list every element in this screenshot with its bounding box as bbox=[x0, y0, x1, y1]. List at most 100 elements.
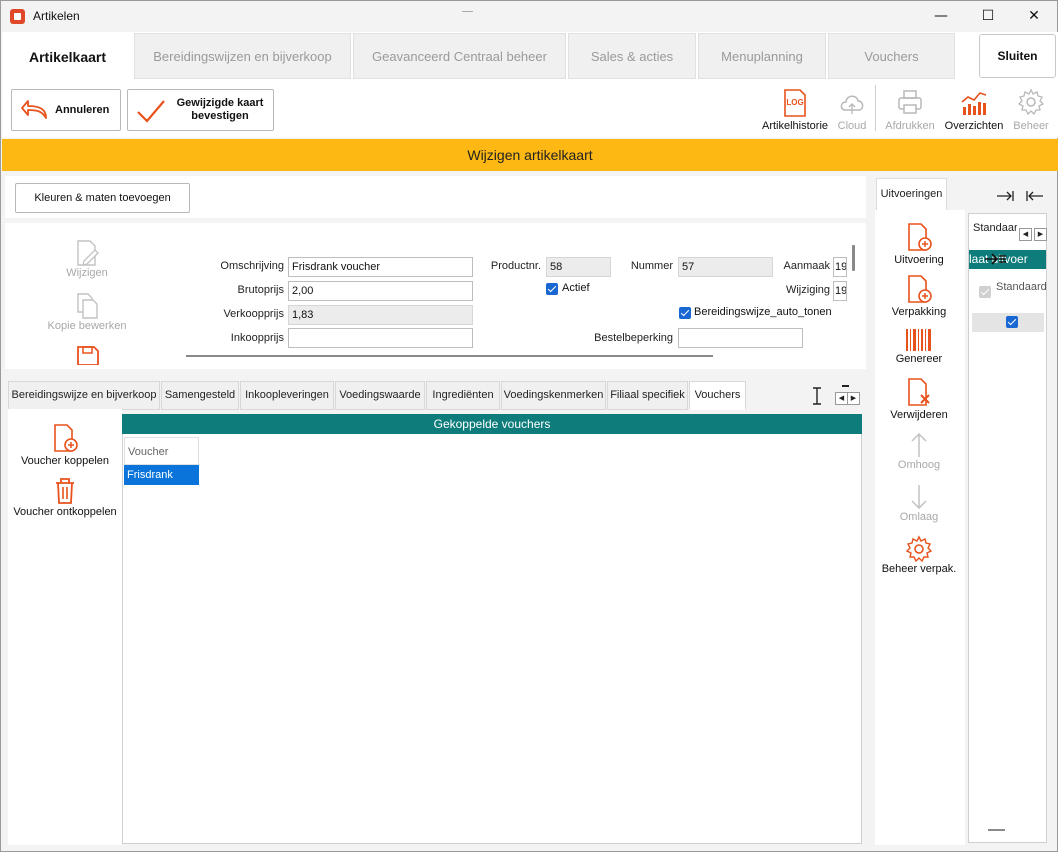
move-cursor-icon bbox=[985, 253, 1006, 265]
standaard-label: Standaard bbox=[996, 281, 1046, 293]
print-button[interactable]: Afdrukken bbox=[882, 86, 938, 136]
tab-samengesteld[interactable]: Samengesteld bbox=[161, 381, 239, 410]
tab-bereidingswijze[interactable]: Bereidingswijze en bijverkoop bbox=[8, 381, 160, 410]
beheer-button[interactable]: Beheer bbox=[1008, 86, 1054, 136]
tab-artikelkaart[interactable]: Artikelkaart bbox=[2, 33, 133, 79]
cancel-button[interactable]: Annuleren bbox=[11, 89, 121, 131]
tab-ingredienten[interactable]: Ingrediënten bbox=[426, 381, 500, 410]
resize-vertical-icon[interactable] bbox=[811, 387, 823, 405]
window-close-button[interactable]: ✕ bbox=[1011, 1, 1057, 32]
page-title-banner: Wijzigen artikelkaart bbox=[2, 139, 1058, 171]
voucher-ontkoppelen-button[interactable]: Voucher ontkoppelen bbox=[8, 476, 122, 518]
actief-label: Actief bbox=[562, 282, 590, 294]
save-icon[interactable] bbox=[76, 345, 100, 365]
artikelhistorie-button[interactable]: LOG Artikelhistorie bbox=[760, 86, 830, 136]
wijziging-field[interactable]: 19 bbox=[833, 281, 847, 301]
brutoprijs-field[interactable]: 2,00 bbox=[288, 281, 473, 301]
tab-inkoopleveringen[interactable]: Inkoopleveringen bbox=[240, 381, 334, 410]
collapse-right-icon[interactable] bbox=[996, 190, 1014, 202]
actief-checkbox[interactable] bbox=[546, 283, 558, 295]
genereer-label: Genereer bbox=[895, 353, 943, 365]
tab-scroll-marker bbox=[842, 385, 849, 387]
horizontal-scrollbar[interactable] bbox=[186, 355, 713, 357]
tab-filiaal-specifiek[interactable]: Filiaal specifiek bbox=[607, 381, 688, 410]
omschrijving-label: Omschrijving bbox=[220, 260, 284, 272]
tab-bereidingswijzen[interactable]: Bereidingswijzen en bijverkoop bbox=[134, 33, 351, 79]
window-title: Artikelen bbox=[33, 9, 80, 23]
voucher-koppelen-label: Voucher koppelen bbox=[20, 455, 110, 467]
voucher-naam-column-header[interactable]: Voucher naam bbox=[124, 437, 199, 486]
gekoppelde-vouchers-grid bbox=[122, 414, 862, 844]
maximize-button[interactable]: ☐ bbox=[965, 1, 1011, 32]
top-tab-strip: Artikelkaart Bereidingswijzen en bijverk… bbox=[2, 32, 1058, 80]
voucher-actions-panel bbox=[8, 409, 122, 845]
uitvoering-teal-row[interactable]: laat uitvoer bbox=[969, 250, 1046, 269]
standaard-checkbox[interactable] bbox=[979, 286, 991, 298]
grid-column-header[interactable]: Standaard bbox=[973, 222, 1017, 234]
verwijderen-button[interactable]: Verwijderen bbox=[875, 377, 963, 421]
aanmaak-label: Aanmaak bbox=[783, 260, 830, 272]
tab-voedingswaarde[interactable]: Voedingswaarde bbox=[335, 381, 425, 410]
gear-icon bbox=[1017, 88, 1045, 116]
omlaag-button[interactable]: Omlaag bbox=[875, 483, 963, 523]
action-bar: Annuleren Gewijzigde kaart bevestigen LO… bbox=[2, 80, 1058, 138]
kopie-bewerken-button[interactable]: Kopie bewerken bbox=[41, 292, 133, 332]
cloud-button[interactable]: Cloud bbox=[832, 86, 872, 136]
grid-scroll-left-button[interactable]: ◀ bbox=[1019, 228, 1032, 241]
print-label: Afdrukken bbox=[885, 120, 935, 132]
tab-uitvoeringen[interactable]: Uitvoeringen bbox=[876, 178, 947, 210]
bereidingswijze-auto-checkbox[interactable] bbox=[679, 307, 691, 319]
tab-vouchers[interactable]: Vouchers bbox=[689, 381, 746, 410]
beheer-verpak-button[interactable]: Beheer verpak. bbox=[875, 535, 963, 575]
tab-geavanceerd[interactable]: Geavanceerd Centraal beheer bbox=[353, 33, 566, 79]
uitvoering-add-button[interactable]: Uitvoering bbox=[875, 222, 963, 266]
tab-scroll-right-button[interactable]: ▶ bbox=[847, 392, 860, 405]
gear-icon bbox=[905, 535, 933, 563]
verpakking-add-button[interactable]: Verpakking bbox=[875, 274, 963, 318]
overzichten-button[interactable]: Overzichten bbox=[942, 86, 1006, 136]
wijziging-label: Wijziging bbox=[785, 284, 830, 296]
beheer-label: Beheer bbox=[1013, 120, 1049, 132]
expand-left-icon[interactable] bbox=[1026, 190, 1044, 202]
vertical-scrollbar[interactable] bbox=[852, 245, 855, 271]
bereidingswijze-auto-label: Bereidingswijze_auto_tonen bbox=[694, 306, 832, 318]
drag-handle bbox=[462, 11, 473, 14]
undo-arrow-icon bbox=[21, 100, 47, 119]
bar-chart-icon bbox=[961, 92, 987, 115]
table-row[interactable]: Frisdrank bbox=[124, 465, 199, 485]
cloud-icon bbox=[840, 95, 864, 114]
cancel-label: Annuleren bbox=[55, 104, 110, 116]
copy-icon bbox=[77, 293, 98, 319]
omhoog-button[interactable]: Omhoog bbox=[875, 431, 963, 471]
inkoopprijs-label: Inkoopprijs bbox=[230, 332, 284, 344]
voucher-koppelen-button[interactable]: Voucher koppelen bbox=[8, 423, 122, 467]
tab-vouchers-top[interactable]: Vouchers bbox=[828, 33, 955, 79]
tab-menuplanning[interactable]: Menuplanning bbox=[698, 33, 826, 79]
aanmaak-field[interactable]: 19 bbox=[833, 257, 847, 277]
checkmark-icon bbox=[137, 100, 165, 123]
inkoopprijs-field[interactable] bbox=[288, 328, 473, 348]
colors-sizes-button[interactable]: Kleuren & maten toevoegen bbox=[15, 183, 190, 213]
document-add-icon bbox=[908, 275, 932, 303]
wijzigen-label: Wijzigen bbox=[66, 267, 108, 279]
productnr-label: Productnr. bbox=[490, 260, 541, 272]
wijzigen-button[interactable]: Wijzigen bbox=[41, 239, 133, 279]
tab-sales-acties[interactable]: Sales & acties bbox=[568, 33, 696, 79]
minimize-button[interactable]: — bbox=[918, 1, 964, 32]
beheer-verpak-label: Beheer verpak. bbox=[881, 563, 957, 575]
bestelbeperking-field[interactable] bbox=[678, 328, 803, 348]
productnr-field: 58 bbox=[546, 257, 611, 277]
omlaag-label: Omlaag bbox=[899, 511, 939, 523]
grid-scrollbar[interactable] bbox=[988, 829, 1005, 831]
verwijderen-label: Verwijderen bbox=[890, 409, 948, 421]
genereer-button[interactable]: Genereer bbox=[875, 327, 963, 365]
document-add-icon bbox=[908, 223, 932, 251]
log-badge: LOG bbox=[786, 98, 803, 107]
close-button[interactable]: Sluiten bbox=[979, 34, 1056, 78]
confirm-button[interactable]: Gewijzigde kaart bevestigen bbox=[127, 89, 274, 131]
grid-scroll-right-button[interactable]: ▶ bbox=[1034, 228, 1047, 241]
tab-voedingskenmerken[interactable]: Voedingskenmerken bbox=[501, 381, 606, 410]
row-checkbox[interactable] bbox=[1006, 316, 1018, 328]
omschrijving-field[interactable]: Frisdrank voucher bbox=[288, 257, 473, 277]
uitvoering-label: Uitvoering bbox=[894, 254, 944, 266]
